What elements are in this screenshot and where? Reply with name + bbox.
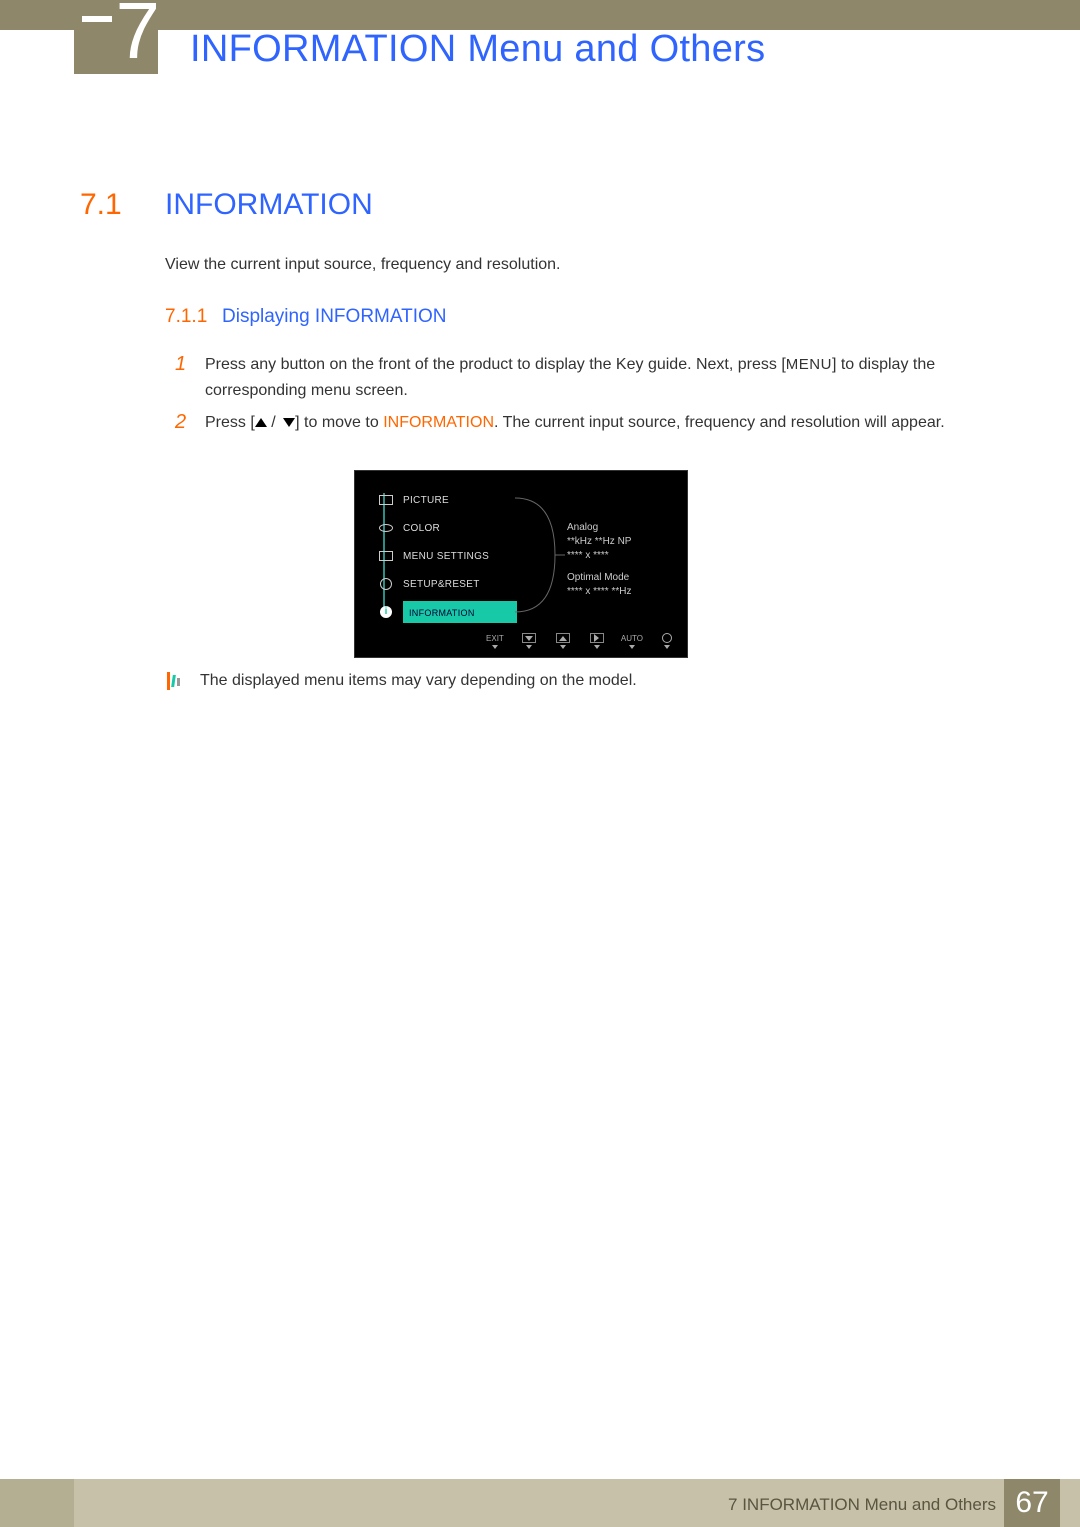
dot-icon	[664, 645, 670, 649]
osd-button-row: EXIT AUTO	[355, 631, 687, 651]
note-icon	[165, 672, 181, 690]
osd-resolution: **** x ****	[567, 549, 675, 563]
osd-item-menu-settings: MENU SETTINGS	[377, 545, 517, 567]
subsection-title: Displaying INFORMATION	[222, 306, 447, 328]
dot-icon	[492, 645, 498, 649]
osd-curve-icon	[515, 495, 565, 615]
info-icon: i	[377, 605, 395, 619]
osd-exit-button: EXIT	[485, 634, 505, 649]
footer-chapter-label: 7 INFORMATION Menu and Others	[728, 1495, 996, 1515]
osd-item-information: i INFORMATION	[377, 601, 517, 623]
chapter-number: 7	[116, 0, 157, 74]
osd-label: SETUP&RESET	[403, 579, 480, 590]
triangle-down-icon	[522, 633, 536, 643]
step-body: Press [ / ] to move to INFORMATION. The …	[205, 410, 970, 436]
color-icon	[377, 521, 395, 535]
step-number: 2	[175, 409, 186, 435]
osd-btn-label: AUTO	[621, 634, 643, 643]
osd-menu-list: PICTURE COLOR MENU SETTINGS SETUP&RESET …	[377, 489, 517, 629]
up-down-arrow-icon: /	[255, 410, 295, 436]
osd-down-button	[519, 633, 539, 649]
subsection-number: 7.1.1	[165, 306, 207, 328]
osd-item-setup-reset: SETUP&RESET	[377, 573, 517, 595]
osd-item-picture: PICTURE	[377, 489, 517, 511]
step-text: Press [	[205, 414, 255, 431]
osd-label: INFORMATION	[409, 608, 475, 618]
dot-icon	[629, 645, 635, 649]
badge-dash-icon	[82, 16, 112, 22]
triangle-up-icon	[556, 633, 570, 643]
picture-icon	[377, 493, 395, 507]
step-text: . The current input source, frequency an…	[494, 414, 945, 431]
top-header-bar	[0, 0, 1080, 30]
note-text: The displayed menu items may vary depend…	[200, 672, 637, 690]
osd-label: PICTURE	[403, 495, 449, 506]
dot-icon	[560, 645, 566, 649]
section-title: INFORMATION	[165, 188, 373, 222]
page-number: 67	[1004, 1479, 1060, 1527]
manual-page: 7 INFORMATION Menu and Others 7.1 INFORM…	[0, 0, 1080, 1527]
menu-key-label: MENU	[786, 356, 832, 373]
step-2: 2 Press [ / ] to move to INFORMATION. Th…	[175, 410, 970, 436]
menu-settings-icon	[377, 549, 395, 563]
osd-up-button	[553, 633, 573, 649]
osd-info-panel: Analog **kHz **Hz NP **** x **** Optimal…	[567, 521, 675, 599]
section-intro: View the current input source, frequency…	[165, 256, 561, 274]
osd-power-button	[657, 633, 677, 649]
step-1: 1 Press any button on the front of the p…	[175, 352, 970, 404]
osd-right-button	[587, 633, 607, 649]
footer-left-strip	[0, 1479, 74, 1527]
step-number: 1	[175, 351, 186, 377]
power-icon	[662, 633, 672, 643]
osd-btn-label: EXIT	[486, 634, 504, 643]
osd-label: COLOR	[403, 523, 440, 534]
osd-frequency: **kHz **Hz NP	[567, 535, 675, 549]
osd-auto-button: AUTO	[621, 634, 643, 649]
section-number: 7.1	[80, 188, 122, 222]
step-body: Press any button on the front of the pro…	[205, 352, 970, 404]
dot-icon	[526, 645, 532, 649]
information-keyword: INFORMATION	[383, 414, 494, 431]
chapter-title: INFORMATION Menu and Others	[190, 28, 765, 71]
gear-icon	[377, 577, 395, 591]
osd-optimal-value: **** x **** **Hz	[567, 585, 675, 599]
osd-item-color: COLOR	[377, 517, 517, 539]
triangle-right-icon	[590, 633, 604, 643]
dot-icon	[594, 645, 600, 649]
chapter-number-badge: 7	[74, 0, 158, 74]
step-text: ] to move to	[295, 414, 383, 431]
osd-label: MENU SETTINGS	[403, 551, 489, 562]
osd-signal: Analog	[567, 521, 675, 535]
osd-screenshot: PICTURE COLOR MENU SETTINGS SETUP&RESET …	[354, 470, 688, 658]
osd-optimal-label: Optimal Mode	[567, 571, 675, 585]
step-text: Press any button on the front of the pro…	[205, 356, 786, 373]
